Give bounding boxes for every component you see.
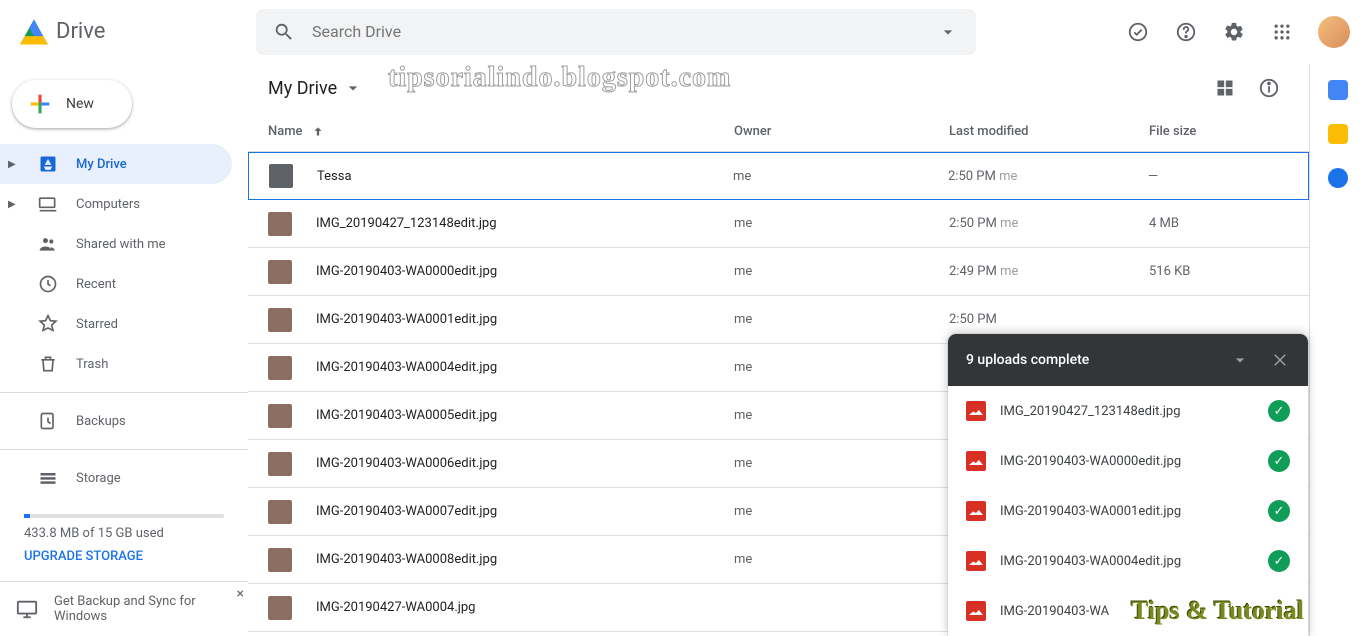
upload-title: 9 uploads complete [966,352,1089,368]
side-panel [1310,64,1366,636]
file-row[interactable]: IMG_20190427_123148edit.jpgme2:50 PM me4… [248,200,1309,248]
calendar-addon-icon[interactable] [1328,80,1348,100]
computers-icon [38,194,58,214]
sidebar: New ▶My Drive▶ComputersShared with meRec… [0,64,248,636]
app-header: Drive [0,0,1366,64]
image-thumb [268,404,292,428]
col-size-header[interactable]: File size [1149,124,1289,139]
col-modified-header[interactable]: Last modified [949,124,1149,139]
image-thumb [268,212,292,236]
backup-sync-promo[interactable]: × Get Backup and Sync for Windows [0,581,248,636]
help-icon[interactable] [1166,12,1206,52]
backup-icon [38,411,58,431]
image-thumb [268,308,292,332]
header-actions [1118,12,1358,52]
sidebar-item-recent[interactable]: Recent [0,264,232,304]
image-file-icon [966,601,986,621]
col-name-header[interactable]: Name [268,124,734,139]
col-owner-header[interactable]: Owner [734,124,949,139]
grid-view-icon[interactable] [1205,68,1245,108]
sidebar-item-computers[interactable]: ▶Computers [0,184,232,224]
image-thumb [268,596,292,620]
promo-text: Get Backup and Sync for Windows [54,594,232,624]
file-row[interactable]: IMG-20190403-WA0000edit.jpgme2:49 PM me5… [248,248,1309,296]
new-button-label: New [66,96,94,112]
search-box[interactable] [256,9,976,55]
upload-row[interactable]: IMG-20190403-WA0004edit.jpg✓ [948,536,1308,586]
search-input[interactable] [304,22,928,41]
upload-done-icon: ✓ [1268,550,1290,572]
folder-icon [269,164,293,188]
image-file-icon [966,451,986,471]
image-thumb [268,548,292,572]
recent-icon [38,274,58,294]
apps-icon[interactable] [1262,12,1302,52]
upload-row[interactable]: IMG_20190427_123148edit.jpg✓ [948,386,1308,436]
plus-icon [26,90,54,118]
my-drive-icon [38,154,58,174]
new-button[interactable]: New [12,80,132,128]
image-thumb [268,356,292,380]
upload-panel-header: 9 uploads complete [948,334,1308,386]
promo-close-icon[interactable]: × [237,586,244,602]
sidebar-item-backups[interactable]: Backups [0,401,232,441]
image-file-icon [966,501,986,521]
sidebar-item-trash[interactable]: Trash [0,344,232,384]
upload-row[interactable]: IMG-20190403-WA0001edit.jpg✓ [948,486,1308,536]
blog-watermark: tipsorialindo.blogspot.com [388,62,731,94]
image-thumb [268,452,292,476]
image-file-icon [966,401,986,421]
upload-panel: 9 uploads complete IMG_20190427_123148ed… [948,334,1308,636]
details-icon[interactable] [1249,68,1289,108]
sidebar-item-storage[interactable]: Storage [0,458,232,498]
upload-done-icon: ✓ [1268,400,1290,422]
file-row[interactable]: Tessame2:50 PM me— [248,152,1309,200]
storage-meter: 433.8 MB of 15 GB used UPGRADE STORAGE [0,498,248,564]
account-avatar[interactable] [1318,16,1350,48]
desktop-icon [16,598,38,620]
search-icon[interactable] [264,12,304,52]
image-thumb [268,260,292,284]
settings-icon[interactable] [1214,12,1254,52]
logo-area[interactable]: Drive [8,18,256,46]
starred-icon [38,314,58,334]
column-headers: Name Owner Last modified File size [248,112,1309,152]
storage-bar [24,514,224,518]
sidebar-item-starred[interactable]: Starred [0,304,232,344]
sidebar-item-shared[interactable]: Shared with me [0,224,232,264]
upload-close-icon[interactable] [1260,340,1300,380]
upload-row[interactable]: IMG-20190403-WA [948,586,1308,636]
drive-logo-icon [20,18,48,46]
shared-icon [38,234,58,254]
sidebar-item-my-drive[interactable]: ▶My Drive [0,144,232,184]
upgrade-storage-link[interactable]: UPGRADE STORAGE [24,549,224,564]
tasks-addon-icon[interactable] [1328,168,1348,188]
storage-used-text: 433.8 MB of 15 GB used [24,526,224,541]
app-name: Drive [56,19,105,44]
offline-ready-icon[interactable] [1118,12,1158,52]
sort-arrow-icon [311,125,325,139]
toolbar: My Drive tipsorialindo.blogspot.com [248,64,1309,112]
storage-icon [38,468,58,488]
search-dropdown-icon[interactable] [928,12,968,52]
trash-icon [38,354,58,374]
upload-done-icon: ✓ [1268,450,1290,472]
breadcrumb[interactable]: My Drive [268,78,363,99]
upload-done-icon: ✓ [1268,500,1290,522]
image-thumb [268,500,292,524]
image-file-icon [966,551,986,571]
chevron-down-icon [343,78,363,98]
upload-collapse-icon[interactable] [1220,340,1260,380]
upload-row[interactable]: IMG-20190403-WA0000edit.jpg✓ [948,436,1308,486]
keep-addon-icon[interactable] [1328,124,1348,144]
